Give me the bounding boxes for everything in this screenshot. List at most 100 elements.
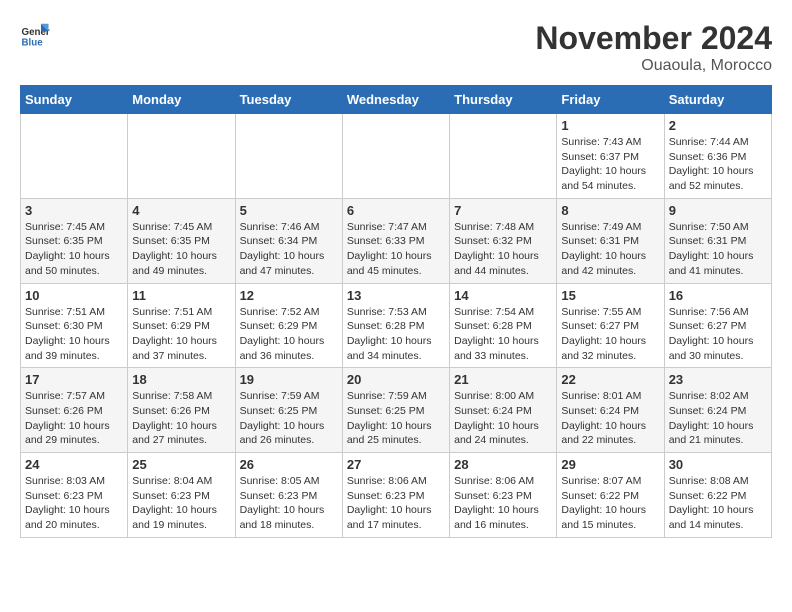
cell-day-number: 2 — [669, 118, 767, 133]
cell-day-info: Sunrise: 7:50 AMSunset: 6:31 PMDaylight:… — [669, 220, 767, 279]
page-header: General Blue November 2024 Ouaoula, Moro… — [20, 20, 772, 75]
cell-day-number: 3 — [25, 203, 123, 218]
cell-day-number: 25 — [132, 457, 230, 472]
calendar-week-row: 10 Sunrise: 7:51 AMSunset: 6:30 PMDayligh… — [21, 283, 772, 368]
cell-day-number: 7 — [454, 203, 552, 218]
cell-day-info: Sunrise: 8:05 AMSunset: 6:23 PMDaylight:… — [240, 474, 338, 533]
cell-day-number: 23 — [669, 372, 767, 387]
cell-day-info: Sunrise: 8:02 AMSunset: 6:24 PMDaylight:… — [669, 389, 767, 448]
cell-day-number: 5 — [240, 203, 338, 218]
cell-day-info: Sunrise: 7:59 AMSunset: 6:25 PMDaylight:… — [347, 389, 445, 448]
weekday-header: Saturday — [664, 86, 771, 114]
calendar-cell: 17 Sunrise: 7:57 AMSunset: 6:26 PMDayligh… — [21, 368, 128, 453]
calendar-cell — [450, 114, 557, 199]
cell-day-number: 15 — [561, 288, 659, 303]
cell-day-number: 6 — [347, 203, 445, 218]
cell-day-number: 1 — [561, 118, 659, 133]
cell-day-info: Sunrise: 7:51 AMSunset: 6:30 PMDaylight:… — [25, 305, 123, 364]
calendar-cell: 15 Sunrise: 7:55 AMSunset: 6:27 PMDayligh… — [557, 283, 664, 368]
calendar-cell: 28 Sunrise: 8:06 AMSunset: 6:23 PMDayligh… — [450, 453, 557, 538]
calendar-week-row: 3Sunrise: 7:45 AMSunset: 6:35 PMDaylight… — [21, 198, 772, 283]
cell-day-info: Sunrise: 7:51 AMSunset: 6:29 PMDaylight:… — [132, 305, 230, 364]
weekday-header: Thursday — [450, 86, 557, 114]
month-title: November 2024 — [535, 20, 772, 57]
calendar-cell: 6Sunrise: 7:47 AMSunset: 6:33 PMDaylight… — [342, 198, 449, 283]
weekday-header: Tuesday — [235, 86, 342, 114]
cell-day-info: Sunrise: 7:44 AMSunset: 6:36 PMDaylight:… — [669, 135, 767, 194]
cell-day-number: 22 — [561, 372, 659, 387]
cell-day-info: Sunrise: 8:03 AMSunset: 6:23 PMDaylight:… — [25, 474, 123, 533]
cell-day-info: Sunrise: 7:57 AMSunset: 6:26 PMDaylight:… — [25, 389, 123, 448]
cell-day-number: 12 — [240, 288, 338, 303]
cell-day-number: 9 — [669, 203, 767, 218]
cell-day-info: Sunrise: 7:56 AMSunset: 6:27 PMDaylight:… — [669, 305, 767, 364]
calendar-week-row: 1 Sunrise: 7:43 AMSunset: 6:37 PMDaylight… — [21, 114, 772, 199]
cell-day-info: Sunrise: 7:55 AMSunset: 6:27 PMDaylight:… — [561, 305, 659, 364]
calendar-week-row: 24 Sunrise: 8:03 AMSunset: 6:23 PMDayligh… — [21, 453, 772, 538]
cell-day-number: 17 — [25, 372, 123, 387]
cell-day-number: 24 — [25, 457, 123, 472]
calendar-table: SundayMondayTuesdayWednesdayThursdayFrid… — [20, 85, 772, 538]
calendar-cell: 20Sunrise: 7:59 AMSunset: 6:25 PMDayligh… — [342, 368, 449, 453]
location: Ouaoula, Morocco — [535, 57, 772, 75]
cell-day-info: Sunrise: 7:53 AMSunset: 6:28 PMDaylight:… — [347, 305, 445, 364]
cell-day-number: 19 — [240, 372, 338, 387]
cell-day-info: Sunrise: 7:58 AMSunset: 6:26 PMDaylight:… — [132, 389, 230, 448]
cell-day-number: 30 — [669, 457, 767, 472]
cell-day-number: 26 — [240, 457, 338, 472]
cell-day-info: Sunrise: 8:08 AMSunset: 6:22 PMDaylight:… — [669, 474, 767, 533]
cell-day-info: Sunrise: 8:00 AMSunset: 6:24 PMDaylight:… — [454, 389, 552, 448]
calendar-cell: 7 Sunrise: 7:48 AMSunset: 6:32 PMDaylight… — [450, 198, 557, 283]
calendar-cell: 14 Sunrise: 7:54 AMSunset: 6:28 PMDayligh… — [450, 283, 557, 368]
calendar-cell: 13 Sunrise: 7:53 AMSunset: 6:28 PMDayligh… — [342, 283, 449, 368]
calendar-cell: 11 Sunrise: 7:51 AMSunset: 6:29 PMDayligh… — [128, 283, 235, 368]
calendar-cell: 10 Sunrise: 7:51 AMSunset: 6:30 PMDayligh… — [21, 283, 128, 368]
cell-day-number: 8 — [561, 203, 659, 218]
calendar-cell: 23 Sunrise: 8:02 AMSunset: 6:24 PMDayligh… — [664, 368, 771, 453]
title-block: November 2024 Ouaoula, Morocco — [535, 20, 772, 75]
weekday-header: Monday — [128, 86, 235, 114]
calendar-cell — [21, 114, 128, 199]
cell-day-info: Sunrise: 7:49 AMSunset: 6:31 PMDaylight:… — [561, 220, 659, 279]
cell-day-number: 21 — [454, 372, 552, 387]
calendar-cell: 1 Sunrise: 7:43 AMSunset: 6:37 PMDaylight… — [557, 114, 664, 199]
calendar-cell: 24 Sunrise: 8:03 AMSunset: 6:23 PMDayligh… — [21, 453, 128, 538]
cell-day-number: 29 — [561, 457, 659, 472]
calendar-cell: 9 Sunrise: 7:50 AMSunset: 6:31 PMDaylight… — [664, 198, 771, 283]
calendar-cell: 16 Sunrise: 7:56 AMSunset: 6:27 PMDayligh… — [664, 283, 771, 368]
cell-day-info: Sunrise: 7:54 AMSunset: 6:28 PMDaylight:… — [454, 305, 552, 364]
cell-day-info: Sunrise: 8:07 AMSunset: 6:22 PMDaylight:… — [561, 474, 659, 533]
calendar-cell: 27 Sunrise: 8:06 AMSunset: 6:23 PMDayligh… — [342, 453, 449, 538]
calendar-cell: 18 Sunrise: 7:58 AMSunset: 6:26 PMDayligh… — [128, 368, 235, 453]
cell-day-number: 14 — [454, 288, 552, 303]
svg-text:Blue: Blue — [22, 38, 44, 49]
logo: General Blue — [20, 20, 50, 50]
cell-day-info: Sunrise: 8:06 AMSunset: 6:23 PMDaylight:… — [347, 474, 445, 533]
cell-day-info: Sunrise: 8:04 AMSunset: 6:23 PMDaylight:… — [132, 474, 230, 533]
calendar-cell: 3Sunrise: 7:45 AMSunset: 6:35 PMDaylight… — [21, 198, 128, 283]
cell-day-number: 28 — [454, 457, 552, 472]
cell-day-number: 13 — [347, 288, 445, 303]
calendar-cell: 8 Sunrise: 7:49 AMSunset: 6:31 PMDaylight… — [557, 198, 664, 283]
calendar-cell: 30 Sunrise: 8:08 AMSunset: 6:22 PMDayligh… — [664, 453, 771, 538]
cell-day-info: Sunrise: 7:43 AMSunset: 6:37 PMDaylight:… — [561, 135, 659, 194]
cell-day-number: 11 — [132, 288, 230, 303]
cell-day-info: Sunrise: 8:01 AMSunset: 6:24 PMDaylight:… — [561, 389, 659, 448]
calendar-cell: 26 Sunrise: 8:05 AMSunset: 6:23 PMDayligh… — [235, 453, 342, 538]
cell-day-number: 16 — [669, 288, 767, 303]
cell-day-info: Sunrise: 7:59 AMSunset: 6:25 PMDaylight:… — [240, 389, 338, 448]
cell-day-info: Sunrise: 8:06 AMSunset: 6:23 PMDaylight:… — [454, 474, 552, 533]
calendar-week-row: 17 Sunrise: 7:57 AMSunset: 6:26 PMDayligh… — [21, 368, 772, 453]
calendar-cell: 29 Sunrise: 8:07 AMSunset: 6:22 PMDayligh… — [557, 453, 664, 538]
weekday-header: Sunday — [21, 86, 128, 114]
calendar-cell: 19 Sunrise: 7:59 AMSunset: 6:25 PMDayligh… — [235, 368, 342, 453]
cell-day-info: Sunrise: 7:46 AMSunset: 6:34 PMDaylight:… — [240, 220, 338, 279]
cell-day-number: 27 — [347, 457, 445, 472]
cell-day-number: 10 — [25, 288, 123, 303]
cell-day-number: 18 — [132, 372, 230, 387]
calendar-header-row: SundayMondayTuesdayWednesdayThursdayFrid… — [21, 86, 772, 114]
calendar-cell: 25 Sunrise: 8:04 AMSunset: 6:23 PMDayligh… — [128, 453, 235, 538]
cell-day-info: Sunrise: 7:52 AMSunset: 6:29 PMDaylight:… — [240, 305, 338, 364]
cell-day-info: Sunrise: 7:48 AMSunset: 6:32 PMDaylight:… — [454, 220, 552, 279]
calendar-cell — [342, 114, 449, 199]
